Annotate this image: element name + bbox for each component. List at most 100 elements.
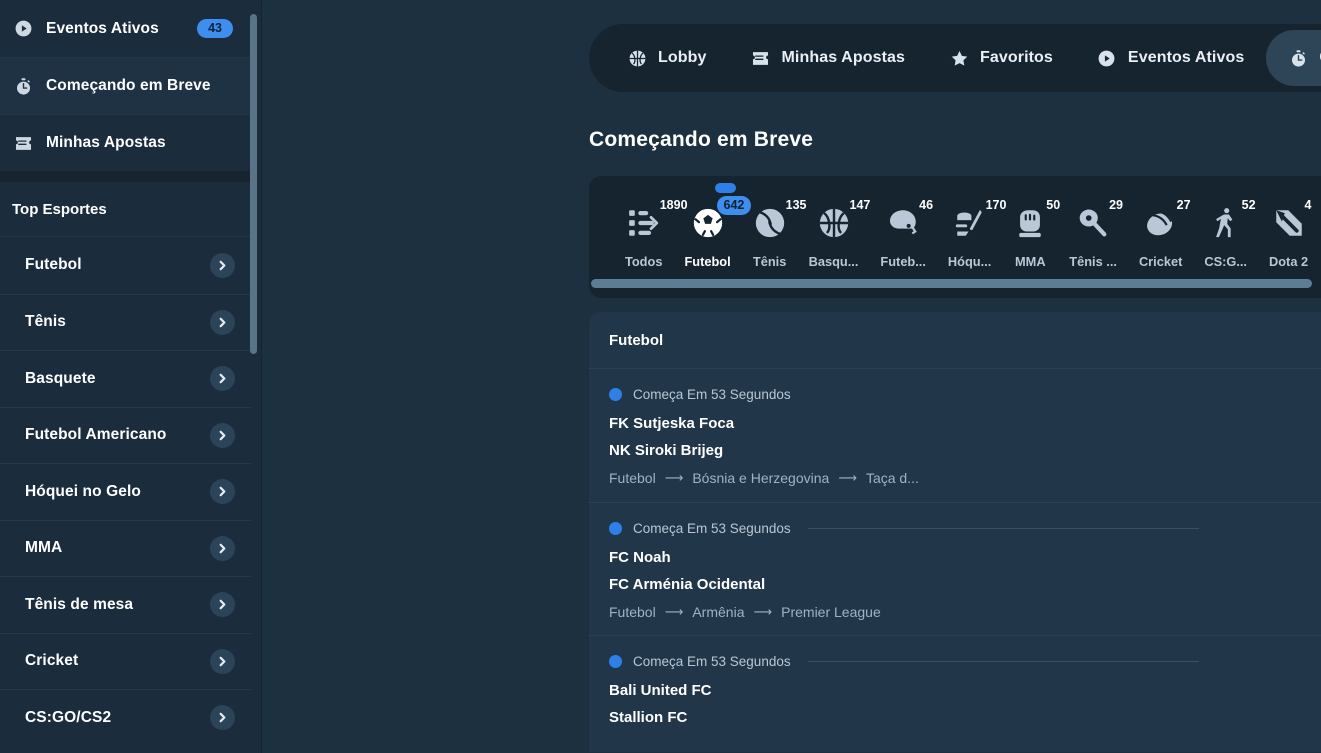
active-filter-indicator (715, 183, 736, 193)
event-team-away: NK Siroki Brijeg (609, 443, 1199, 458)
sports-strip-scrollbar-track[interactable] (591, 285, 1321, 293)
chevron-right-icon[interactable] (210, 649, 235, 674)
sport-filter-csgo[interactable]: 52 CS:G... (1204, 202, 1247, 269)
sport-filter-label: Hóqu... (948, 254, 991, 269)
page-title: Começando em Breve (589, 128, 1321, 152)
sport-filter-futebol[interactable]: 642 Futebol (684, 202, 730, 269)
tab-eventos-ativos[interactable]: Eventos Ativos (1075, 30, 1266, 86)
event-teams: Bali United FC Stallion FC (609, 683, 1199, 725)
play-circle-icon (1097, 48, 1117, 68)
all-sports-list-icon: 1890 (627, 202, 661, 244)
sports-strip-scrollbar-thumb[interactable] (591, 279, 1312, 288)
sidebar-sports-list: Futebol Tênis (0, 237, 251, 746)
sidebar-item-label: Cricket (25, 652, 78, 670)
tab-comecando-em-breve[interactable]: Começando em Breve (1266, 30, 1321, 86)
chevron-right-icon[interactable] (210, 536, 235, 561)
sidebar-item-basquete[interactable]: Basquete (0, 350, 251, 407)
sport-filter-count: 4 (1298, 196, 1319, 215)
sidebar-item-eventos-ativos[interactable]: Eventos Ativos 43 (0, 0, 251, 57)
chevron-right-icon[interactable] (210, 310, 235, 335)
sport-filter-label: Cricket (1139, 254, 1182, 269)
tab-label: Lobby (658, 49, 707, 67)
stopwatch-icon (1288, 48, 1308, 68)
sport-filter-cricket[interactable]: 27 Cricket (1139, 202, 1182, 269)
sport-filter-label: Futebol (684, 254, 730, 269)
breadcrumb-sport: Futebol (609, 604, 656, 620)
sidebar-item-futebol[interactable]: Futebol (0, 237, 251, 294)
chevron-right-icon[interactable] (210, 366, 235, 391)
status-dot-icon (609, 655, 622, 668)
sport-filter-tenis-de-mesa[interactable]: 29 Tênis ... (1069, 202, 1117, 269)
event-row[interactable]: Começa Em 53 Segundos FC Noah FC Arménia… (589, 502, 1321, 635)
sidebar-item-csgo-cs2[interactable]: CS:GO/CS2 (0, 689, 251, 746)
sport-filter-dota2[interactable]: 4 Dota 2 (1269, 202, 1308, 269)
cricket-ball-icon: 27 (1144, 202, 1178, 244)
sidebar-item-tenis[interactable]: Tênis (0, 294, 251, 351)
chevron-right-icon[interactable] (210, 253, 235, 278)
sidebar-item-tenis-de-mesa[interactable]: Tênis de mesa (0, 576, 251, 633)
ice-hockey-icon: 170 (953, 202, 987, 244)
mma-glove-icon: 50 (1013, 202, 1047, 244)
chevron-right-icon[interactable] (210, 479, 235, 504)
sports-filter-strip: 1890 Todos 642 Futebol 135 (589, 176, 1321, 298)
sport-filter-label: Dota 2 (1269, 254, 1308, 269)
sidebar-item-label: Futebol Americano (25, 426, 167, 444)
tab-minhas-apostas[interactable]: Minhas Apostas (729, 30, 928, 86)
sidebar-scroll-area: Eventos Ativos 43 Começando em Breve Min… (0, 0, 261, 753)
sport-filter-count: 50 (1039, 196, 1067, 215)
sidebar-item-minhas-apostas[interactable]: Minhas Apostas (0, 114, 251, 171)
sidebar-item-mma[interactable]: MMA (0, 520, 251, 577)
event-team-away: Stallion FC (609, 710, 1199, 725)
sidebar-item-label: CS:GO/CS2 (25, 709, 111, 727)
tab-lobby[interactable]: Lobby (597, 30, 729, 86)
status-divider (808, 661, 1199, 662)
event-row[interactable]: Começa Em 53 Segundos FK Sutjeska Foca N… (589, 369, 1321, 502)
sport-filter-count: 27 (1170, 196, 1198, 215)
sidebar-divider (0, 171, 251, 182)
breadcrumb-country: Bósnia e Herzegovina (692, 470, 829, 486)
sport-filter-label: Basqu... (809, 254, 859, 269)
breadcrumb-league: Taça d... (866, 470, 919, 486)
sport-filter-todos[interactable]: 1890 Todos (625, 202, 662, 269)
sidebar-item-comecando-em-breve[interactable]: Começando em Breve (0, 57, 251, 114)
sport-filter-hoquei[interactable]: 170 Hóqu... (948, 202, 991, 269)
sidebar-item-cricket[interactable]: Cricket (0, 633, 251, 690)
sidebar-item-futebol-americano[interactable]: Futebol Americano (0, 407, 251, 464)
event-row[interactable]: Começa Em 53 Segundos Bali United FC Sta… (589, 635, 1321, 752)
sport-filter-futebol-americano[interactable]: 46 Futeb... (880, 202, 926, 269)
chevron-right-icon[interactable] (210, 423, 235, 448)
chevron-right-icon[interactable] (210, 592, 235, 617)
sidebar-item-hoquei-no-gelo[interactable]: Hóquei no Gelo (0, 463, 251, 520)
arrow-right-icon: ⟶ (665, 604, 684, 620)
sidebar-scrollbar-track[interactable] (252, 6, 259, 748)
sport-filter-label: Futeb... (880, 254, 926, 269)
main-content: Lobby Minhas Apostas Favoritos (262, 0, 1321, 753)
sport-filter-mma[interactable]: 50 MMA (1013, 202, 1047, 269)
sport-filter-label: Todos (625, 254, 662, 269)
sport-filter-basquete[interactable]: 147 Basqu... (809, 202, 859, 269)
tab-label: Eventos Ativos (1128, 49, 1244, 67)
event-info: Começa Em 53 Segundos FC Noah FC Arménia… (609, 519, 1199, 620)
event-status: Começa Em 53 Segundos (609, 519, 1199, 537)
table-tennis-paddle-icon: 29 (1076, 202, 1110, 244)
chevron-right-icon[interactable] (210, 705, 235, 730)
sidebar-item-label: Eventos Ativos (46, 20, 159, 38)
sidebar-item-label: Tênis (25, 313, 66, 331)
event-breadcrumb: Futebol ⟶ Armênia ⟶ Premier League (609, 604, 1199, 620)
status-divider (808, 528, 1199, 529)
ticket-icon (12, 132, 34, 154)
event-team-home: FC Noah (609, 550, 1199, 565)
top-tabbar: Lobby Minhas Apostas Favoritos (589, 24, 1321, 92)
tab-favoritos[interactable]: Favoritos (927, 30, 1075, 86)
event-teams: FK Sutjeska Foca NK Siroki Brijeg (609, 416, 1199, 458)
status-dot-icon (609, 388, 622, 401)
status-dot-icon (609, 522, 622, 535)
sport-filter-count: 147 (843, 196, 878, 215)
sidebar-scrollbar-thumb[interactable] (250, 14, 257, 354)
sport-filter-tenis[interactable]: 135 Tênis (753, 202, 787, 269)
sports-filter-row: 1890 Todos 642 Futebol 135 (589, 176, 1321, 269)
sport-filter-label: CS:G... (1204, 254, 1247, 269)
event-breadcrumb: Futebol ⟶ Bósnia e Herzegovina ⟶ Taça d.… (609, 470, 1199, 486)
sidebar-item-label: Minhas Apostas (46, 134, 166, 152)
dota2-icon: 4 (1272, 202, 1306, 244)
